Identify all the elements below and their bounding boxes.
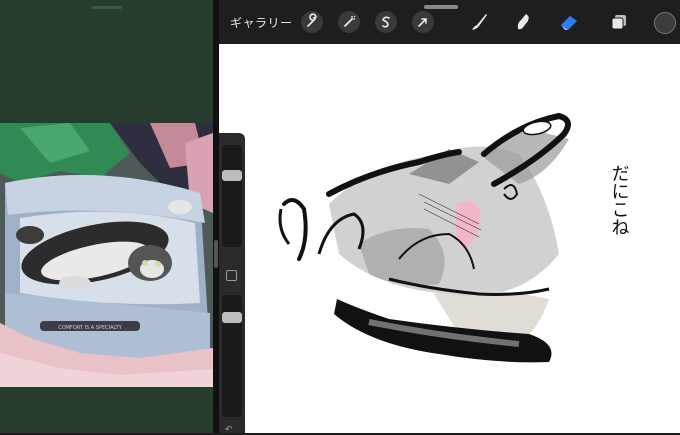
undo-icon[interactable]: ↶ [225,425,233,435]
magic-wand-icon [344,15,356,27]
bed-label-text: COMFORT IS A SPECIALTY [58,325,122,331]
selection-icon [382,16,390,28]
brush-size-slider[interactable] [222,145,242,247]
selection-button[interactable] [375,11,397,33]
reference-pane: COMFORT IS A SPECIALTY [0,0,213,433]
color-picker[interactable] [654,12,676,34]
drawing-canvas[interactable]: だにこね [219,44,680,433]
brush-size-thumb[interactable] [222,170,242,181]
opacity-slider[interactable] [222,295,242,417]
wrench-icon [307,13,317,27]
brush-sidebar: ↶ [219,133,245,435]
drawing-app: ギャラリー だにこね [219,0,680,433]
brush-icon [472,14,487,30]
divider-grip[interactable] [214,240,218,268]
actions-button[interactable] [301,11,323,33]
multitask-handle[interactable] [92,6,122,9]
eraser-icon [561,16,577,30]
opacity-thumb[interactable] [222,312,242,323]
handwritten-text: だにこね [609,164,630,236]
transform-button[interactable] [412,11,434,33]
transform-icon [418,18,427,27]
modify-button[interactable] [226,270,237,281]
gallery-button[interactable]: ギャラリー [230,14,293,31]
smudge-tool[interactable] [511,10,535,34]
layers-icon [611,15,626,30]
top-toolbar: ギャラリー [219,0,680,44]
adjustments-button[interactable] [338,11,360,33]
reference-photo: COMFORT IS A SPECIALTY [0,123,213,387]
layers-button[interactable] [607,10,631,34]
brush-tool[interactable] [467,10,491,34]
smudge-icon [517,14,529,30]
eraser-tool[interactable] [557,10,581,34]
app-handle[interactable] [424,5,458,9]
